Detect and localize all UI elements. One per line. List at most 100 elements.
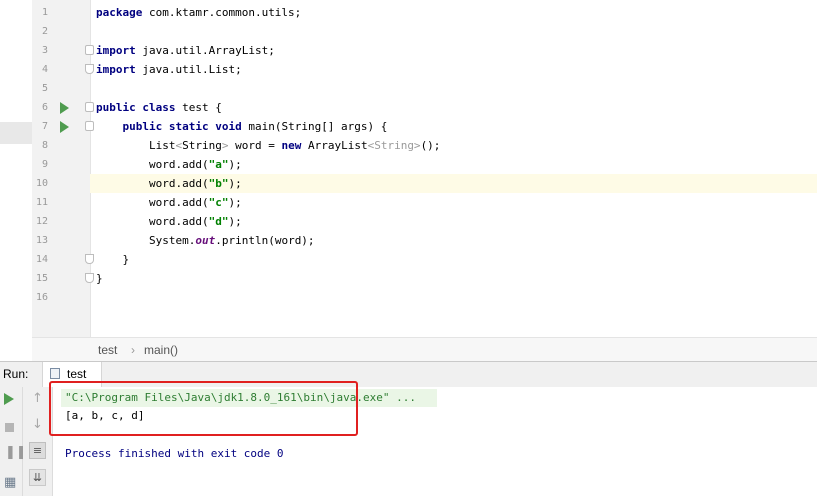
code-token: }: [96, 253, 130, 266]
code-token: System.: [96, 234, 196, 247]
breadcrumb-separator: ›: [131, 343, 135, 357]
code-token: java.util.List;: [135, 63, 242, 76]
run-gutter-icon[interactable]: [60, 121, 69, 133]
red-annotation-box: [49, 381, 358, 436]
code-text: }: [96, 269, 103, 288]
code-token: out: [195, 234, 216, 247]
code-token: String: [182, 139, 222, 152]
code-token: new: [281, 139, 302, 152]
run-label: Run:: [3, 367, 29, 381]
code-line[interactable]: 13 System.out.println(word);: [32, 231, 817, 250]
code-line[interactable]: 2: [32, 22, 817, 41]
code-token: java.util.ArrayList;: [135, 44, 275, 57]
code-token: <String>: [367, 139, 421, 152]
fold-icon[interactable]: [85, 254, 94, 264]
code-line[interactable]: 8 List<String> word = new ArrayList<Stri…: [32, 136, 817, 155]
breadcrumb-method[interactable]: main(): [144, 343, 178, 357]
layout-icon[interactable]: ▦: [4, 475, 16, 490]
line-number: 3: [41, 45, 48, 56]
code-line[interactable]: 4 import java.util.List;: [32, 60, 817, 79]
code-token: "d": [208, 215, 229, 228]
line-number: 1: [41, 7, 48, 18]
code-token: public static void: [122, 120, 242, 133]
code-text: import java.util.List;: [96, 60, 242, 79]
code-line[interactable]: 1 package com.ktamr.common.utils;: [32, 3, 817, 22]
code-text: word.add("b");: [96, 174, 242, 193]
code-token: }: [96, 272, 103, 285]
fold-icon[interactable]: [85, 64, 94, 74]
code-line[interactable]: 9 word.add("a");: [32, 155, 817, 174]
breadcrumb: test › main(): [32, 337, 817, 362]
code-editor[interactable]: 1 package com.ktamr.common.utils; 2 3 import…: [32, 0, 817, 337]
line-number: 7: [41, 121, 48, 132]
code-token: word =: [228, 139, 282, 152]
code-text: import java.util.ArrayList;: [96, 41, 275, 60]
arrow-down-icon[interactable]: ↓: [32, 417, 43, 432]
code-token: test {: [175, 101, 222, 114]
code-token: com.ktamr.common.utils;: [142, 6, 302, 19]
code-token: "a": [208, 158, 229, 171]
code-token: List: [96, 139, 176, 152]
code-text: word.add("c");: [96, 193, 242, 212]
code-text: System.out.println(word);: [96, 231, 315, 250]
code-token: "b": [208, 177, 229, 190]
line-number: 8: [41, 140, 48, 151]
line-number: 2: [41, 26, 48, 37]
code-line[interactable]: 6 public class test {: [32, 98, 817, 117]
run-toolbar-primary: ❚❚ ▦: [0, 387, 27, 496]
code-token: .println(word);: [215, 234, 315, 247]
stop-icon[interactable]: [5, 423, 14, 432]
code-token: );: [228, 158, 242, 171]
code-text: package com.ktamr.common.utils;: [96, 3, 301, 22]
code-token: main(String[] args) {: [241, 120, 388, 133]
left-edge-strip: [0, 0, 32, 360]
code-text: word.add("a");: [96, 155, 242, 174]
code-line[interactable]: 12 word.add("d");: [32, 212, 817, 231]
line-number: 13: [35, 235, 48, 246]
code-token: word.add(: [96, 177, 209, 190]
run-config-icon: [50, 368, 60, 379]
fold-icon[interactable]: [85, 45, 94, 55]
code-token: ();: [420, 139, 441, 152]
code-line[interactable]: 16: [32, 288, 817, 307]
code-text: public class test {: [96, 98, 222, 117]
code-line[interactable]: 7 public static void main(String[] args)…: [32, 117, 817, 136]
code-token: word.add(: [96, 158, 209, 171]
run-tab-label: test: [67, 367, 87, 381]
console-exit-message: Process finished with exit code 0: [65, 447, 284, 460]
breadcrumb-class[interactable]: test: [98, 343, 117, 357]
scroll-to-end-icon[interactable]: ⇊: [29, 469, 46, 486]
rerun-icon[interactable]: [4, 393, 14, 405]
code-token: word.add(: [96, 196, 209, 209]
run-gutter-icon[interactable]: [60, 102, 69, 114]
code-token: ArrayList: [301, 139, 368, 152]
code-line[interactable]: 11 word.add("c");: [32, 193, 817, 212]
code-token: import: [96, 63, 136, 76]
line-number: 5: [41, 83, 48, 94]
code-line[interactable]: 15}: [32, 269, 817, 288]
code-token: word.add(: [96, 215, 209, 228]
code-line[interactable]: 14 }: [32, 250, 817, 269]
code-line[interactable]: 3 import java.util.ArrayList;: [32, 41, 817, 60]
line-number: 16: [35, 292, 48, 303]
code-line[interactable]: 5: [32, 79, 817, 98]
line-number: 12: [35, 216, 48, 227]
code-token: );: [228, 215, 242, 228]
code-token: );: [228, 177, 242, 190]
arrow-up-icon[interactable]: ↑: [32, 391, 43, 406]
fold-icon[interactable]: [85, 102, 94, 112]
code-text: List<String> word = new ArrayList<String…: [96, 136, 440, 155]
code-token: import: [96, 44, 136, 57]
fold-icon[interactable]: [85, 121, 94, 131]
soft-wrap-icon[interactable]: ≡: [29, 442, 46, 459]
code-text: public static void main(String[] args) {: [96, 117, 388, 136]
code-token: public class: [96, 101, 176, 114]
code-text: }: [96, 250, 129, 269]
line-number: 10: [35, 178, 48, 189]
code-text: word.add("d");: [96, 212, 242, 231]
code-line[interactable]: 10 word.add("b");: [32, 174, 817, 193]
fold-icon[interactable]: [85, 273, 94, 283]
code-token: "c": [208, 196, 229, 209]
code-token: package: [96, 6, 143, 19]
